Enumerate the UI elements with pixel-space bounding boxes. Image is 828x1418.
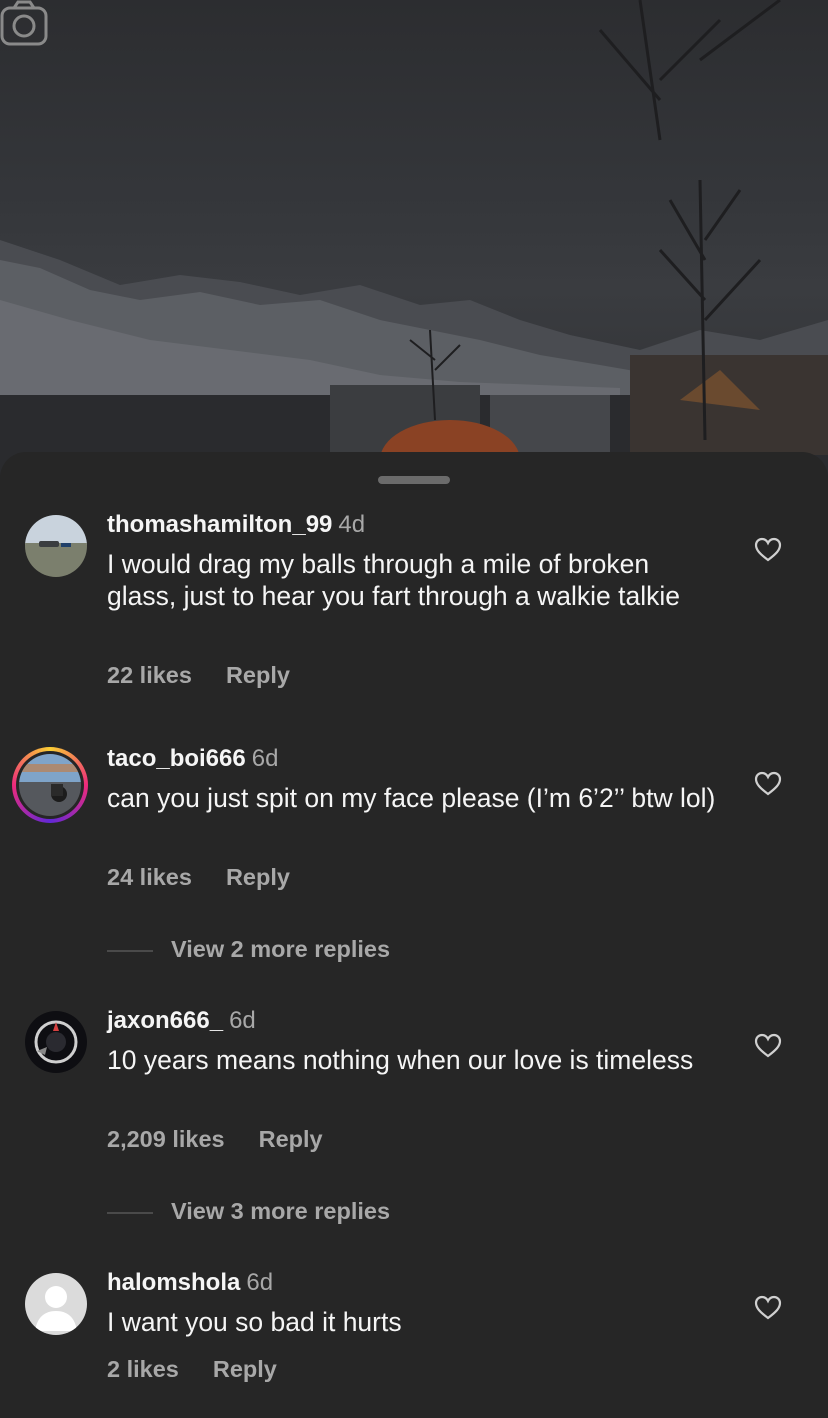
camera-icon[interactable] xyxy=(0,0,48,48)
divider-line xyxy=(107,1211,153,1214)
comment-text: 10 years means nothing when our love is … xyxy=(107,1045,694,1075)
mountain-landscape xyxy=(0,0,828,480)
comment-actions: 2 likes Reply xyxy=(107,1356,311,1383)
default-avatar xyxy=(25,1273,87,1335)
view-more-label: View 3 more replies xyxy=(171,1198,391,1224)
background-photo xyxy=(0,0,828,480)
likes-count[interactable]: 22 likes xyxy=(107,662,192,688)
comment-text: I want you so bad it hurts xyxy=(107,1307,402,1337)
heart-icon[interactable] xyxy=(754,770,782,798)
comment-meta: halomshola 6d xyxy=(107,1269,273,1297)
reply-button[interactable]: Reply xyxy=(213,1356,277,1382)
avatar[interactable] xyxy=(12,747,88,823)
car-photo-avatar xyxy=(25,515,87,577)
divider-line xyxy=(107,949,153,952)
likes-count[interactable]: 24 likes xyxy=(107,864,192,890)
username[interactable]: halomshola xyxy=(107,1269,240,1296)
dark-photo-avatar xyxy=(25,1011,87,1073)
timestamp: 4d xyxy=(338,511,366,538)
reply-button[interactable]: Reply xyxy=(226,662,290,688)
avatar[interactable] xyxy=(25,1011,87,1073)
reply-button[interactable]: Reply xyxy=(259,1126,323,1152)
avatar[interactable] xyxy=(25,515,87,577)
view-more-replies[interactable]: View 2 more replies xyxy=(107,936,390,963)
view-more-label: View 2 more replies xyxy=(171,936,391,962)
timestamp: 6d xyxy=(229,1007,256,1034)
comment-meta: jaxon666_ 6d xyxy=(107,1007,256,1035)
timestamp: 6d xyxy=(246,1269,274,1296)
avatar-pic xyxy=(19,754,81,816)
comment-meta: taco_boi666 6d xyxy=(107,745,278,773)
reply-button[interactable]: Reply xyxy=(226,864,290,890)
likes-count[interactable]: 2,209 likes xyxy=(107,1126,225,1152)
username[interactable]: taco_boi666 xyxy=(107,745,246,772)
comment-text: can you just spit on my face please (I’m… xyxy=(107,783,716,813)
heart-icon[interactable] xyxy=(754,536,782,564)
comment-text: I would drag my balls through a mile of … xyxy=(107,549,680,611)
drag-handle[interactable] xyxy=(378,476,450,484)
timestamp: 6d xyxy=(251,745,279,772)
username[interactable]: thomashamilton_99 xyxy=(107,511,332,538)
username[interactable]: jaxon666_ xyxy=(107,1007,223,1034)
motorcycle-photo-avatar xyxy=(19,754,81,816)
comment-actions: 24 likes Reply xyxy=(107,864,324,891)
likes-count[interactable]: 2 likes xyxy=(107,1356,179,1382)
comment-actions: 2,209 likes Reply xyxy=(107,1126,357,1153)
avatar[interactable] xyxy=(25,1273,87,1335)
comments-sheet: thomashamilton_99 4d I would drag my ball… xyxy=(0,452,828,1418)
avatar-inner xyxy=(16,751,84,819)
comment-meta: thomashamilton_99 4d xyxy=(107,511,365,539)
comment-actions: 22 likes Reply xyxy=(107,662,324,689)
heart-icon[interactable] xyxy=(754,1032,782,1060)
view-more-replies[interactable]: View 3 more replies xyxy=(107,1198,390,1225)
heart-icon[interactable] xyxy=(754,1294,782,1322)
